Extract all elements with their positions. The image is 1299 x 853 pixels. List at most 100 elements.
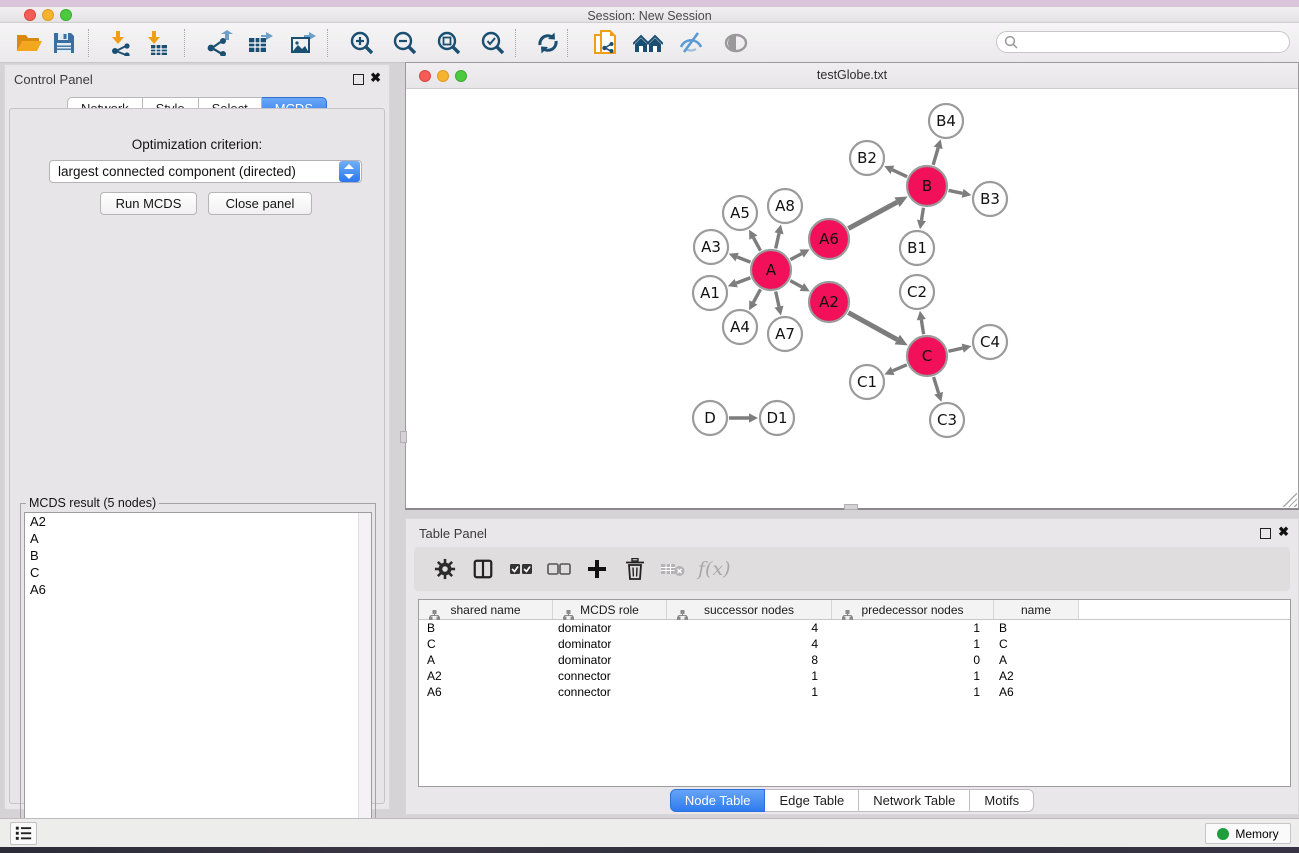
table-cell[interactable]: A2	[994, 669, 1079, 683]
table-cell[interactable]: C	[419, 637, 553, 651]
network-graph[interactable]: B4B2B3A5A8A3A1B1C2A4A7C4C1C3DD1BA6AA2C	[406, 89, 1298, 509]
mcds-result-item[interactable]: B	[25, 547, 371, 564]
import-table-icon[interactable]	[139, 26, 175, 60]
table-cell[interactable]: 1	[667, 669, 832, 683]
mcds-result-list[interactable]: A2ABCA6	[24, 512, 372, 839]
table-cell[interactable]: 0	[832, 653, 994, 667]
table-cell[interactable]: 4	[667, 637, 832, 651]
float-panel-icon[interactable]	[1260, 528, 1271, 539]
column-header-name[interactable]: name	[994, 600, 1079, 619]
tab-node-table[interactable]: Node Table	[670, 789, 766, 812]
table-cell[interactable]: A6	[419, 685, 553, 699]
horizontal-scroll-thumb[interactable]	[844, 504, 858, 510]
export-image-icon[interactable]	[286, 26, 322, 60]
table-cell[interactable]: connector	[553, 685, 667, 699]
network-canvas[interactable]: B4B2B3A5A8A3A1B1C2A4A7C4C1C3DD1BA6AA2C	[406, 89, 1298, 508]
column-header-predecessor-nodes[interactable]: predecessor nodes	[832, 600, 994, 619]
save-session-icon[interactable]	[46, 26, 82, 60]
graph-edge-A-A1[interactable]	[736, 278, 750, 283]
graph-edge-C-C1[interactable]	[893, 365, 907, 371]
vertical-scroll-thumb[interactable]	[400, 431, 407, 443]
table-cell[interactable]: B	[994, 621, 1079, 635]
table-cell[interactable]: 1	[832, 621, 994, 635]
table-cell[interactable]: A	[419, 653, 553, 667]
run-mcds-button[interactable]: Run MCDS	[100, 192, 197, 215]
table-cell[interactable]: 1	[832, 637, 994, 651]
column-header-shared-name[interactable]: shared name	[419, 600, 553, 619]
graph-edge-B-B3[interactable]	[949, 190, 963, 193]
table-cell[interactable]: 4	[667, 621, 832, 635]
graph-edge-A-A8[interactable]	[776, 233, 779, 248]
graph-edge-B-B1[interactable]	[921, 208, 923, 221]
tab-network-table[interactable]: Network Table	[859, 789, 970, 812]
close-panel-button[interactable]: Close panel	[208, 192, 312, 215]
table-row[interactable]: Cdominator41C	[419, 636, 1290, 652]
table-settings-gear-icon[interactable]	[432, 556, 458, 582]
zoom-out-icon[interactable]	[387, 26, 423, 60]
table-row[interactable]: Bdominator41B	[419, 620, 1290, 636]
select-all-checked-icon[interactable]	[508, 556, 534, 582]
add-column-icon[interactable]	[584, 556, 610, 582]
table-cell[interactable]: dominator	[553, 653, 667, 667]
node-table[interactable]: shared nameMCDS rolesuccessor nodesprede…	[418, 599, 1291, 787]
graph-edge-A-A2[interactable]	[790, 281, 802, 287]
mcds-result-item[interactable]: C	[25, 564, 371, 581]
zoom-fit-icon[interactable]	[431, 26, 467, 60]
mcds-result-item[interactable]: A	[25, 530, 371, 547]
show-hidden-icon[interactable]	[718, 26, 754, 60]
export-network-icon[interactable]	[201, 26, 237, 60]
table-row[interactable]: Adominator80A	[419, 652, 1290, 668]
graph-edge-A-A6[interactable]	[790, 254, 801, 260]
table-cell[interactable]: A2	[419, 669, 553, 683]
open-session-icon[interactable]	[11, 26, 47, 60]
graph-edge-A-A3[interactable]	[737, 257, 750, 262]
close-panel-icon[interactable]: ✖	[1278, 525, 1289, 539]
float-panel-icon[interactable]	[353, 74, 364, 85]
graph-edge-A-A5[interactable]	[753, 238, 760, 251]
table-row[interactable]: A2connector11A2	[419, 668, 1290, 684]
graph-edge-A-A4[interactable]	[753, 289, 760, 302]
first-neighbors-icon[interactable]	[630, 26, 666, 60]
graph-edge-A2-C[interactable]	[848, 313, 897, 340]
memory-button[interactable]: Memory	[1205, 823, 1291, 844]
table-cell[interactable]: A6	[994, 685, 1079, 699]
mcds-result-item[interactable]: A2	[25, 513, 371, 530]
table-cell[interactable]: dominator	[553, 637, 667, 651]
table-cell[interactable]: connector	[553, 669, 667, 683]
graph-edge-C-C3[interactable]	[934, 377, 939, 393]
tab-motifs[interactable]: Motifs	[970, 789, 1034, 812]
table-cell[interactable]: A	[994, 653, 1079, 667]
graph-edge-C-C4[interactable]	[948, 348, 962, 351]
graph-edge-B-B4[interactable]	[933, 148, 938, 165]
tab-edge-table[interactable]: Edge Table	[765, 789, 859, 812]
column-header-successor-nodes[interactable]: successor nodes	[667, 600, 832, 619]
close-panel-icon[interactable]: ✖	[370, 71, 381, 85]
column-visibility-icon[interactable]	[470, 556, 496, 582]
zoom-in-icon[interactable]	[344, 26, 380, 60]
graph-edge-A-A7[interactable]	[776, 291, 779, 306]
table-cell[interactable]: 1	[832, 669, 994, 683]
mcds-result-item[interactable]: A6	[25, 581, 371, 598]
zoom-selected-icon[interactable]	[475, 26, 511, 60]
duplicate-network-icon[interactable]	[588, 26, 624, 60]
table-cell[interactable]: 1	[667, 685, 832, 699]
table-cell[interactable]: C	[994, 637, 1079, 651]
refresh-layout-icon[interactable]	[530, 26, 566, 60]
table-row[interactable]: A6connector11A6	[419, 684, 1290, 700]
scrollbar[interactable]	[358, 513, 371, 838]
resize-grip[interactable]	[1283, 493, 1297, 507]
table-cell[interactable]: 1	[832, 685, 994, 699]
deselect-all-icon[interactable]	[546, 556, 572, 582]
delete-column-icon[interactable]	[622, 556, 648, 582]
graph-edge-B-B2[interactable]	[892, 170, 907, 177]
hide-selected-icon[interactable]	[673, 26, 709, 60]
import-network-icon[interactable]	[103, 26, 139, 60]
table-cell[interactable]: 8	[667, 653, 832, 667]
graph-edge-A6-B[interactable]	[848, 202, 897, 228]
optimization-select[interactable]: largest connected component (directed)	[49, 160, 362, 183]
graph-edge-C-C2[interactable]	[921, 320, 923, 335]
export-table-icon[interactable]	[243, 26, 279, 60]
task-history-button[interactable]	[10, 822, 37, 845]
table-cell[interactable]: B	[419, 621, 553, 635]
column-header-MCDS-role[interactable]: MCDS role	[553, 600, 667, 619]
